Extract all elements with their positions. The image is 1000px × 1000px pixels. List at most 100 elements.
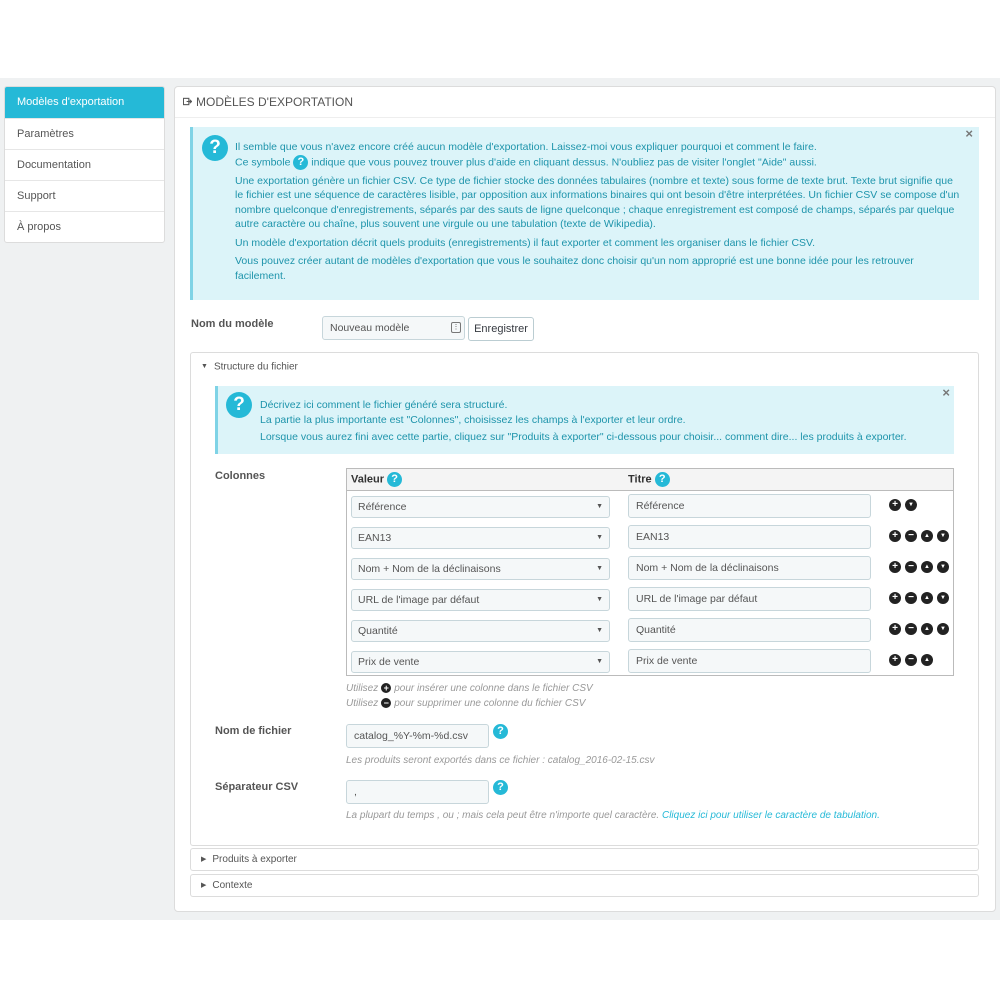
- move-up-icon[interactable]: ▲: [921, 654, 933, 666]
- move-up-icon[interactable]: ▲: [921, 592, 933, 604]
- dropdown-arrow-icon: ▼: [596, 596, 603, 603]
- remove-column-icon[interactable]: −: [905, 561, 917, 573]
- value-select-text: URL de l'image par défaut: [358, 594, 480, 606]
- move-up-icon[interactable]: ▲: [921, 561, 933, 573]
- products-section[interactable]: ▶ Produits à exporter: [190, 848, 979, 871]
- title-input-text: EAN13: [636, 531, 670, 543]
- insert-help-text: pour insérer une colonne dans le fichier…: [394, 683, 593, 694]
- table-row: Nom + Nom de la déclinaisons ▼ Nom + Nom …: [347, 555, 953, 586]
- sidebar-item-export-models[interactable]: Modèles d'exportation: [5, 87, 164, 118]
- structure-section-title: Structure du fichier: [213, 361, 298, 373]
- value-select-text: Nom + Nom de la déclinaisons: [358, 563, 501, 575]
- tab-separator-link[interactable]: Cliquez ici pour utiliser le caractère d…: [662, 810, 880, 821]
- value-select[interactable]: Prix de vente ▼: [351, 651, 610, 673]
- title-input[interactable]: Quantité: [628, 618, 871, 642]
- add-column-icon[interactable]: +: [889, 530, 901, 542]
- add-column-icon[interactable]: +: [889, 654, 901, 666]
- caret-right-icon: ▶: [201, 882, 207, 889]
- dropdown-arrow-icon: ▼: [596, 503, 603, 510]
- title-input-text: Prix de vente: [636, 655, 698, 667]
- close-icon[interactable]: ×: [965, 126, 973, 142]
- save-button[interactable]: Enregistrer: [468, 317, 534, 341]
- structure-info-line-2: La partie la plus importante est "Colonn…: [260, 413, 686, 426]
- dropdown-arrow-icon: ▼: [596, 534, 603, 541]
- model-name-value: Nouveau modèle: [330, 322, 410, 334]
- add-column-icon[interactable]: +: [889, 561, 901, 573]
- value-select[interactable]: Nom + Nom de la déclinaisons ▼: [351, 558, 610, 580]
- title-input[interactable]: EAN13: [628, 525, 871, 549]
- value-select[interactable]: EAN13 ▼: [351, 527, 610, 549]
- columns-table-header: Valeur ? Titre ?: [347, 469, 953, 491]
- value-column-header-label: Valeur: [351, 473, 385, 486]
- value-select[interactable]: URL de l'image par défaut ▼: [351, 589, 610, 611]
- title-input[interactable]: Nom + Nom de la déclinaisons: [628, 556, 871, 580]
- help-icon[interactable]: ?: [202, 135, 228, 161]
- help-icon[interactable]: ?: [226, 392, 252, 418]
- sidebar-item-documentation[interactable]: Documentation: [5, 149, 164, 180]
- help-icon[interactable]: ?: [493, 780, 508, 795]
- move-down-icon[interactable]: ▼: [905, 499, 917, 511]
- remove-help-text: pour supprimer une colonne du fichier CS…: [394, 698, 586, 709]
- add-column-icon[interactable]: +: [889, 623, 901, 635]
- intro-paragraph-model: Un modèle d'exportation décrit quels pro…: [235, 236, 815, 249]
- add-column-icon[interactable]: +: [889, 499, 901, 511]
- dropdown-arrow-icon: ▼: [596, 627, 603, 634]
- value-select-text: EAN13: [358, 532, 392, 544]
- products-section-header[interactable]: ▶ Produits à exporter: [191, 849, 978, 870]
- move-down-icon[interactable]: ▼: [937, 623, 949, 635]
- separator-label: Séparateur CSV: [215, 781, 299, 793]
- value-select-text: Référence: [358, 501, 407, 513]
- help-icon[interactable]: ?: [493, 724, 508, 739]
- intro-line-2-after: indique que vous pouvez trouver plus d'a…: [311, 155, 817, 168]
- remove-column-icon[interactable]: −: [905, 530, 917, 542]
- export-icon: [183, 98, 192, 106]
- remove-column-icon[interactable]: −: [905, 592, 917, 604]
- value-select[interactable]: Quantité ▼: [351, 620, 610, 642]
- add-column-icon: +: [381, 683, 392, 694]
- caret-right-icon: ▶: [201, 856, 207, 863]
- remove-column-icon[interactable]: −: [905, 654, 917, 666]
- intro-line-2-before: Ce symbole: [235, 155, 291, 168]
- move-down-icon[interactable]: ▼: [937, 592, 949, 604]
- title-input[interactable]: URL de l'image par défaut: [628, 587, 871, 611]
- structure-info-line-1: Décrivez ici comment le fichier généré s…: [260, 399, 508, 411]
- title-input-text: URL de l'image par défaut: [636, 593, 758, 605]
- sidebar-item-settings[interactable]: Paramètres: [5, 118, 164, 149]
- sidebar-item-support[interactable]: Support: [5, 180, 164, 211]
- table-row: Prix de vente ▼ Prix de vente + − ▲: [347, 648, 953, 679]
- structure-section-header[interactable]: ▼ Structure du fichier: [191, 353, 978, 381]
- move-down-icon[interactable]: ▼: [937, 561, 949, 573]
- move-up-icon[interactable]: ▲: [921, 623, 933, 635]
- title-column-header: Titre ?: [628, 472, 670, 487]
- close-icon[interactable]: ×: [942, 385, 950, 401]
- move-down-icon[interactable]: ▼: [937, 530, 949, 542]
- dropdown-arrow-icon: ▼: [596, 658, 603, 665]
- separator-input[interactable]: ,: [346, 780, 489, 804]
- move-up-icon[interactable]: ▲: [921, 530, 933, 542]
- title-input[interactable]: Prix de vente: [628, 649, 871, 673]
- sidebar-item-about[interactable]: À propos: [5, 211, 164, 242]
- filename-label: Nom de fichier: [215, 725, 292, 737]
- value-select[interactable]: Référence ▼: [351, 496, 610, 518]
- help-icon[interactable]: ?: [387, 472, 403, 487]
- help-icon[interactable]: ?: [654, 472, 670, 487]
- title-input-text: Référence: [636, 500, 685, 512]
- add-column-icon[interactable]: +: [889, 592, 901, 604]
- help-icon-inline: ?: [293, 154, 309, 170]
- sidebar: Modèles d'exportation Paramètres Documen…: [4, 86, 165, 243]
- remove-column-icon[interactable]: −: [905, 623, 917, 635]
- title-input[interactable]: Référence: [628, 494, 871, 518]
- remove-help-prefix: Utilisez: [346, 698, 379, 709]
- field-menu-icon: ⋮: [451, 322, 461, 333]
- context-section[interactable]: ▶ Contexte: [190, 874, 979, 897]
- model-name-input[interactable]: Nouveau modèle ⋮: [322, 316, 465, 340]
- title-input-text: Nom + Nom de la déclinaisons: [636, 562, 779, 574]
- value-select-text: Prix de vente: [358, 656, 420, 668]
- context-section-header[interactable]: ▶ Contexte: [191, 875, 978, 896]
- value-select-text: Quantité: [358, 625, 398, 637]
- caret-down-icon: ▼: [201, 363, 208, 370]
- separator-help: La plupart du temps , ou ; mais cela peu…: [346, 810, 880, 821]
- filename-input[interactable]: catalog_%Y-%m-%d.csv: [346, 724, 489, 748]
- filename-help: Les produits seront exportés dans ce fic…: [346, 755, 655, 766]
- context-section-title: Contexte: [212, 880, 253, 892]
